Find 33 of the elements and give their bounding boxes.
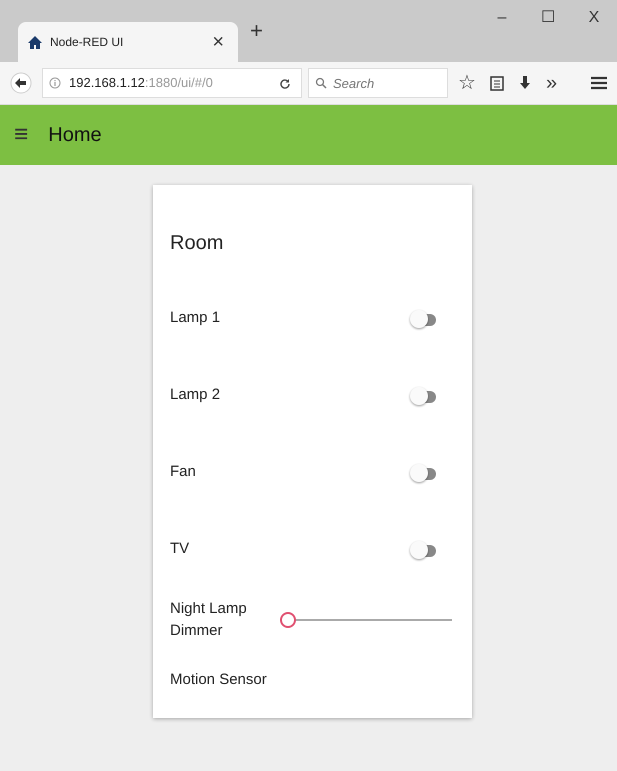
item-label: Lamp 2: [170, 385, 220, 406]
home-icon: [28, 36, 42, 48]
search-field[interactable]: Search: [308, 68, 448, 98]
overflow-button[interactable]: »: [542, 68, 562, 98]
close-window-button[interactable]: X: [571, 0, 617, 36]
item-label: Fan: [170, 462, 196, 482]
item-label: TV: [170, 539, 190, 560]
browser-tab[interactable]: Node-RED UI ×: [18, 22, 238, 62]
slider-thumb[interactable]: [280, 612, 296, 628]
toggle-switch[interactable]: [410, 310, 436, 328]
clipboard-icon: [490, 74, 504, 91]
back-icon: [10, 72, 32, 94]
address-field[interactable]: 192.168.1.12:1880/ui/#/0: [42, 68, 302, 98]
bookmark-button[interactable]: ☆: [454, 68, 480, 98]
toggle-switch[interactable]: [410, 540, 436, 558]
toggle-switch[interactable]: [410, 464, 436, 482]
url-text: 192.168.1.12:1880/ui/#/0: [69, 74, 214, 92]
menu-icon: [591, 76, 607, 90]
toggle-switch[interactable]: [410, 386, 436, 404]
close-tab-button[interactable]: ×: [208, 27, 228, 57]
download-icon: [518, 74, 532, 91]
item-label: Night Lamp Dimmer: [170, 598, 248, 641]
item-label: Lamp 1: [170, 308, 220, 328]
info-icon: [49, 77, 61, 89]
page-title: Home: [48, 123, 102, 148]
menu-button[interactable]: ≡: [10, 116, 32, 154]
group-title: Room: [170, 230, 224, 256]
maximize-button[interactable]: ☐: [525, 0, 571, 36]
new-tab-button[interactable]: +: [246, 14, 267, 48]
item-label: Motion Sensor: [170, 670, 267, 690]
minimize-button[interactable]: –: [479, 0, 525, 36]
reload-icon: [279, 78, 291, 90]
tab-title: Node-RED UI: [50, 34, 124, 51]
